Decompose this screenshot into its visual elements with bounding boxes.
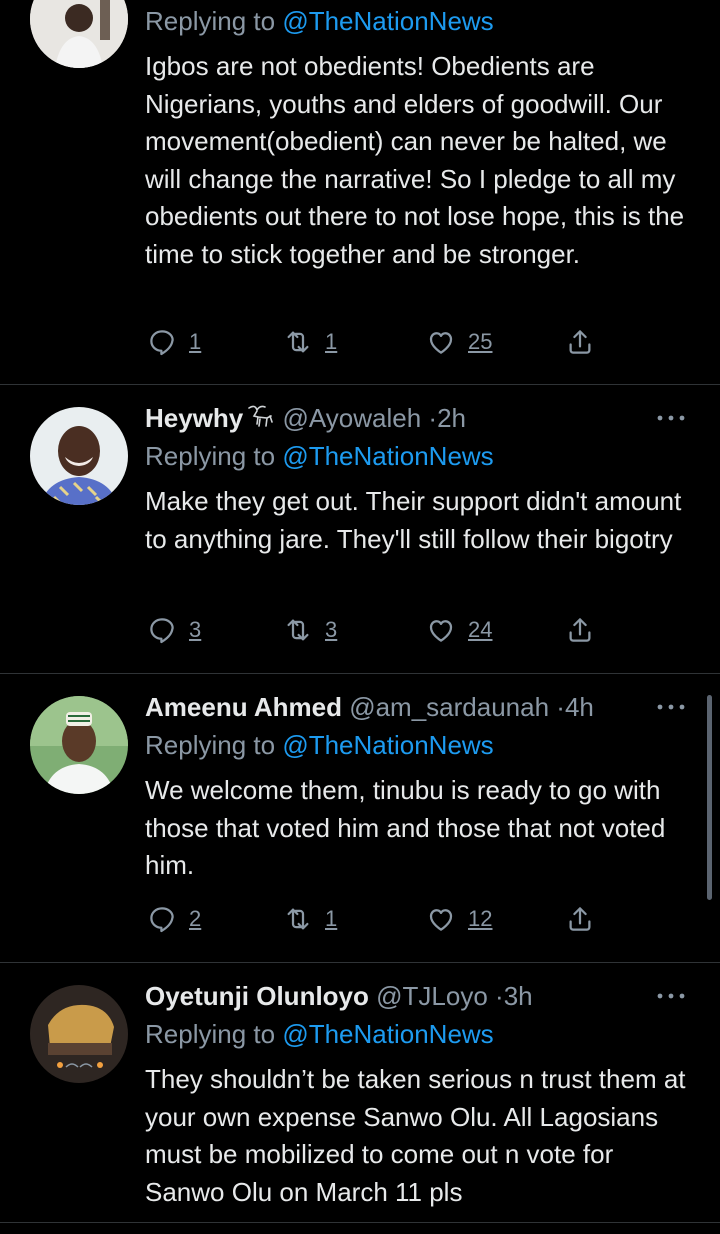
replying-to: Replying to @TheNationNews	[145, 6, 494, 36]
reply-count: 2	[189, 906, 202, 931]
share-button[interactable]	[565, 612, 595, 648]
display-name[interactable]: Oyetunji Olunloyo	[145, 981, 369, 1011]
mention-link[interactable]: @TheNationNews	[282, 1019, 493, 1049]
reply-count: 3	[189, 617, 202, 642]
avatar[interactable]	[30, 696, 128, 794]
tweet-header: Oyetunji Olunloyo @TJLoyo ·3h	[145, 977, 692, 1015]
tweet-text: They shouldn’t be taken serious n trust …	[145, 1064, 686, 1207]
like-count: 25	[468, 329, 493, 354]
mention-link[interactable]: @TheNationNews	[282, 730, 493, 760]
reply-icon	[147, 327, 177, 357]
reply-button[interactable]: 1	[147, 324, 201, 360]
tweet-actions: 2 1 12	[145, 901, 615, 937]
like-button[interactable]: 25	[426, 324, 492, 360]
separator: ·	[428, 403, 438, 433]
share-button[interactable]	[565, 901, 595, 937]
tweet-header: Ameenu Ahmed @am_sardaunah ·4h	[145, 688, 692, 726]
tweet-text: Make they get out. Their support didn't …	[145, 486, 682, 554]
retweet-button[interactable]: 1	[283, 324, 337, 360]
replying-to: Replying to @TheNationNews	[145, 730, 494, 760]
avatar[interactable]	[30, 407, 128, 505]
reply-button[interactable]: 2	[147, 901, 201, 937]
tweet-2[interactable]: Heywhy @Ayowaleh ·2h Replying to @TheNat…	[0, 385, 720, 673]
replying-to: Replying to @TheNationNews	[145, 1019, 494, 1049]
like-button[interactable]: 12	[426, 901, 492, 937]
share-icon	[565, 327, 595, 357]
avatar[interactable]	[30, 0, 128, 68]
more-icon	[656, 413, 686, 423]
retweet-icon	[283, 615, 313, 645]
scrollbar[interactable]	[707, 695, 712, 900]
display-name[interactable]: Heywhy	[145, 403, 243, 433]
handle[interactable]: @am_sardaunah	[349, 692, 549, 722]
mention-link[interactable]: @TheNationNews	[282, 6, 493, 36]
retweet-button[interactable]: 3	[283, 612, 337, 648]
tweet-4[interactable]: Oyetunji Olunloyo @TJLoyo ·3h Replying t…	[0, 963, 720, 1234]
like-count: 24	[468, 617, 493, 642]
like-icon	[426, 904, 456, 934]
timestamp[interactable]: 4h	[565, 692, 594, 722]
share-button[interactable]	[565, 324, 595, 360]
reply-icon	[147, 904, 177, 934]
mention-link[interactable]: @TheNationNews	[282, 441, 493, 471]
more-icon	[656, 702, 686, 712]
timestamp[interactable]: 3h	[504, 981, 533, 1011]
reply-button[interactable]: 3	[147, 612, 201, 648]
like-icon	[426, 327, 456, 357]
tweet-1[interactable]: Replying to @TheNationNews Igbos are not…	[0, 0, 720, 384]
tweet-text: We welcome them, tinubu is ready to go w…	[145, 775, 666, 880]
retweet-count: 1	[325, 906, 338, 931]
reply-count: 1	[189, 329, 202, 354]
replying-to: Replying to @TheNationNews	[145, 441, 494, 471]
divider	[0, 1222, 720, 1223]
timestamp[interactable]: 2h	[437, 403, 466, 433]
like-button[interactable]: 24	[426, 612, 492, 648]
retweet-icon	[283, 327, 313, 357]
display-name[interactable]: Ameenu Ahmed	[145, 692, 342, 722]
handle[interactable]: @Ayowaleh	[283, 403, 422, 433]
tweet-actions: 3 3 24	[145, 612, 615, 648]
more-icon	[656, 991, 686, 1001]
share-icon	[565, 615, 595, 645]
retweet-button[interactable]: 1	[283, 901, 337, 937]
separator: ·	[495, 981, 504, 1011]
tweet-3[interactable]: Ameenu Ahmed @am_sardaunah ·4h Replying …	[0, 674, 720, 962]
like-icon	[426, 615, 456, 645]
more-button[interactable]	[656, 991, 686, 1001]
tweet-actions: 1 1 25	[145, 324, 615, 360]
goat-badge-icon	[245, 402, 275, 428]
more-button[interactable]	[656, 702, 686, 712]
tweet-header: Heywhy @Ayowaleh ·2h	[145, 399, 692, 437]
like-count: 12	[468, 906, 493, 931]
retweet-count: 1	[325, 329, 338, 354]
tweet-text: Igbos are not obedients! Obedients are N…	[145, 51, 685, 269]
reply-icon	[147, 615, 177, 645]
handle[interactable]: @TJLoyo	[376, 981, 488, 1011]
more-button[interactable]	[656, 413, 686, 423]
retweet-count: 3	[325, 617, 338, 642]
separator: ·	[556, 692, 565, 722]
share-icon	[565, 904, 595, 934]
avatar[interactable]	[30, 985, 128, 1083]
retweet-icon	[283, 904, 313, 934]
